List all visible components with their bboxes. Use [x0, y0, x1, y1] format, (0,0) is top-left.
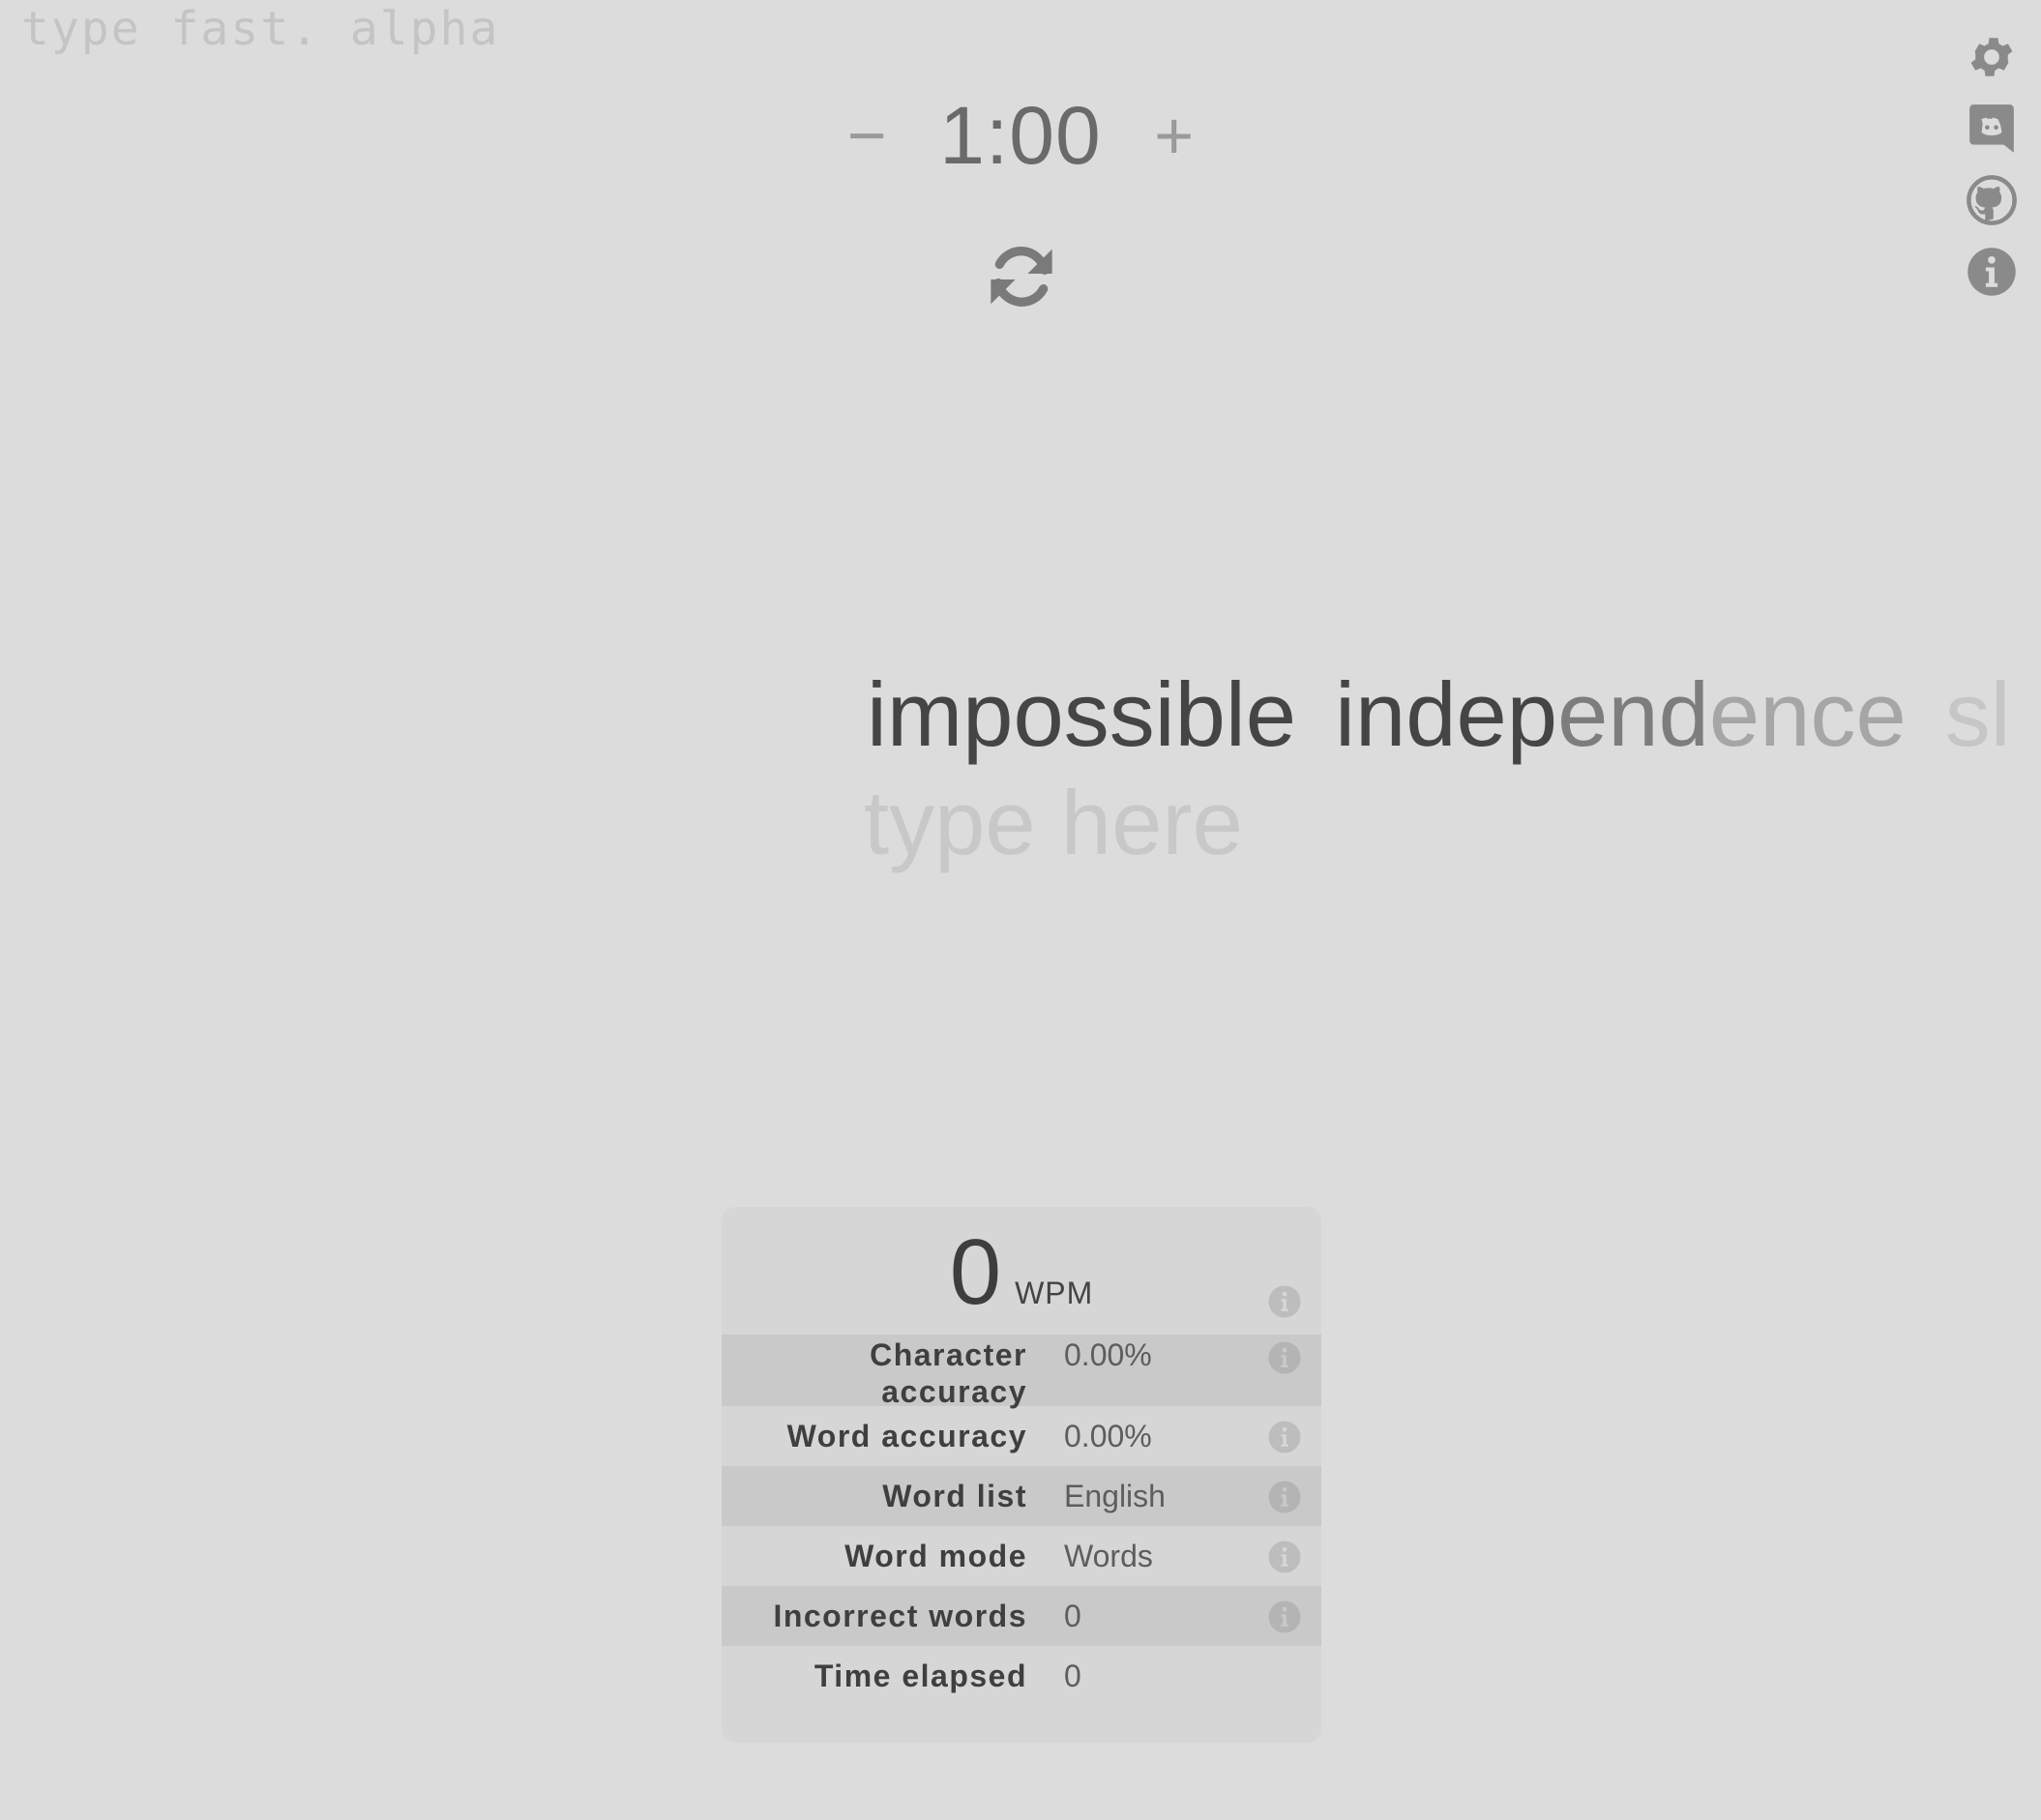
settings-button[interactable]: [1966, 31, 2018, 83]
info-icon[interactable]: [1267, 1600, 1302, 1634]
timer-value: 1:00: [939, 90, 1102, 181]
info-icon[interactable]: [1267, 1540, 1302, 1574]
wpm-display: 0 WPM: [722, 1207, 1321, 1335]
stat-row-word-list: Word list English: [722, 1466, 1321, 1526]
word-completed: impossible: [867, 663, 1297, 765]
type-input[interactable]: [864, 770, 1638, 876]
word-current-rest: ence: [1708, 663, 1907, 765]
about-button[interactable]: [1966, 246, 2018, 298]
stat-row-incorrect-words: Incorrect words 0: [722, 1586, 1321, 1646]
word-current: independence: [1335, 661, 1907, 768]
word-current-typed: indep: [1335, 663, 1558, 765]
info-icon: [1967, 248, 2016, 296]
word-current-mid: end: [1557, 663, 1709, 765]
stat-label: Character accuracy: [870, 1337, 1027, 1409]
stats-panel: 0 WPM Character accuracy 0.00% Word accu…: [722, 1207, 1321, 1743]
timer-control: − 1:00 +: [0, 87, 2041, 184]
refresh-icon: [991, 247, 1052, 307]
stat-label: Word list: [882, 1479, 1027, 1513]
stat-label: Word accuracy: [786, 1419, 1027, 1453]
info-icon[interactable]: [1267, 1480, 1302, 1514]
wpm-value: 0: [949, 1220, 1002, 1324]
gear-icon: [1970, 38, 2013, 76]
stat-value: 0: [1064, 1659, 1081, 1693]
word-next: sl: [1944, 663, 2011, 765]
decrease-time-button[interactable]: −: [833, 102, 901, 169]
info-icon[interactable]: [1267, 1420, 1302, 1454]
stat-row-time-elapsed: Time elapsed 0: [722, 1646, 1321, 1706]
wpm-unit: WPM: [1015, 1276, 1094, 1310]
stat-label: Time elapsed: [813, 1659, 1027, 1693]
stat-row-word-mode: Word mode Words: [722, 1526, 1321, 1586]
restart-button[interactable]: [983, 238, 1060, 315]
stat-label: Incorrect words: [773, 1599, 1027, 1633]
increase-time-button[interactable]: +: [1140, 102, 1208, 169]
stat-row-character-accuracy: Character accuracy 0.00%: [722, 1335, 1321, 1409]
app-title: type fast. alpha: [21, 2, 500, 56]
word-stream: impossible independence sl: [867, 661, 2041, 768]
stat-row-word-accuracy: Word accuracy 0.00%: [722, 1406, 1321, 1466]
wpm-info-icon[interactable]: [1267, 1284, 1302, 1319]
info-icon[interactable]: [1267, 1340, 1302, 1375]
stat-label: Word mode: [844, 1539, 1027, 1573]
